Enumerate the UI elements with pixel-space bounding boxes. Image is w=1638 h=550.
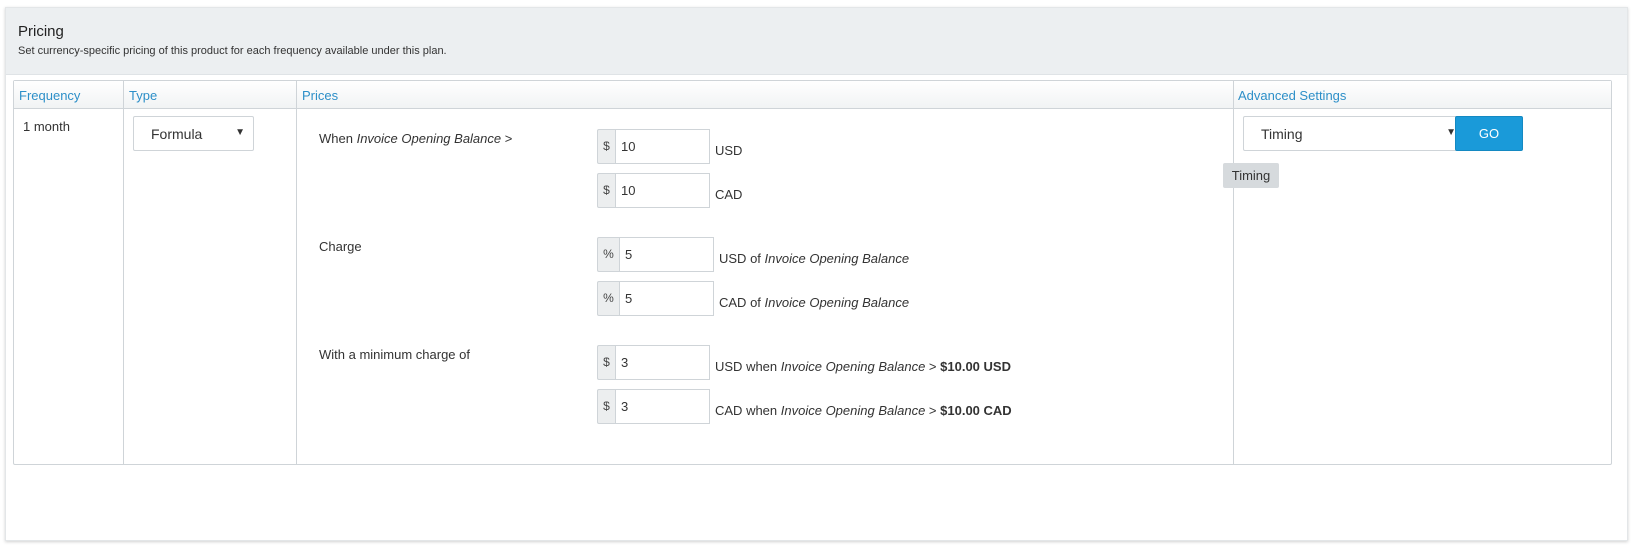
minimum-usd-when: when (742, 359, 781, 374)
minimum-usd-ref: Invoice Opening Balance (780, 359, 926, 374)
when-usd-currency: USD (715, 143, 743, 158)
header-prices[interactable]: Prices (302, 88, 338, 103)
when-cad-input[interactable]: 10 (615, 173, 710, 208)
minimum-cad-suffix: CAD when Invoice Opening Balance > $10.0… (715, 403, 1012, 418)
when-label-suffix: > (501, 131, 513, 146)
panel-header: Pricing Set currency-specific pricing of… (6, 8, 1627, 75)
when-label: When Invoice Opening Balance > (319, 131, 512, 146)
charge-cad-input[interactable]: 5 (619, 281, 714, 316)
charge-cad-currency: CAD (719, 295, 747, 310)
frequency-value: 1 month (23, 119, 70, 134)
minimum-cad-input-group: $ 3 (597, 389, 710, 424)
minimum-usd-currency: USD (715, 359, 743, 374)
when-cad-currency: CAD (715, 187, 743, 202)
column-divider (123, 81, 124, 464)
chevron-down-icon: ▼ (235, 127, 245, 138)
when-usd-input-group: $ 10 (597, 129, 710, 164)
panel-subtitle: Set currency-specific pricing of this pr… (18, 45, 447, 57)
charge-usd-of: of (746, 251, 765, 266)
percent-addon: % (597, 237, 619, 272)
charge-cad-input-group: % 5 (597, 281, 714, 316)
minimum-usd-input-group: $ 3 (597, 345, 710, 380)
charge-usd-currency: USD (719, 251, 747, 266)
column-divider (296, 81, 297, 464)
header-type[interactable]: Type (129, 88, 157, 103)
charge-usd-ref: Invoice Opening Balance (764, 251, 910, 266)
minimum-cad-gt: > (925, 403, 941, 418)
advanced-settings-select[interactable]: Timing ▼ (1243, 116, 1465, 151)
charge-usd-suffix: USD of Invoice Opening Balance (719, 251, 909, 266)
when-usd-input[interactable]: 10 (615, 129, 710, 164)
charge-cad-of: of (746, 295, 765, 310)
header-advanced-settings[interactable]: Advanced Settings (1238, 88, 1346, 103)
minimum-cad-ref: Invoice Opening Balance (780, 403, 926, 418)
charge-cad-suffix: CAD of Invoice Opening Balance (719, 295, 909, 310)
minimum-cad-input[interactable]: 3 (615, 389, 710, 424)
panel-title: Pricing (18, 23, 64, 40)
minimum-cad-when: when (742, 403, 781, 418)
minimum-charge-label: With a minimum charge of (319, 347, 470, 362)
minimum-usd-gt: > (925, 359, 941, 374)
when-label-ref: Invoice Opening Balance (356, 131, 502, 146)
minimum-cad-currency: CAD (715, 403, 743, 418)
charge-label: Charge (319, 239, 362, 254)
advanced-settings-select-value: Timing (1261, 126, 1303, 142)
dollar-addon: $ (597, 345, 615, 380)
column-divider (1233, 81, 1234, 464)
type-select[interactable]: Formula ▼ (133, 116, 254, 151)
when-cad-input-group: $ 10 (597, 173, 710, 208)
charge-cad-ref: Invoice Opening Balance (764, 295, 910, 310)
dollar-addon: $ (597, 129, 615, 164)
table-header (14, 81, 1611, 109)
minimum-cad-threshold: $10.00 CAD (940, 403, 1012, 418)
minimum-usd-input[interactable]: 3 (615, 345, 710, 380)
dollar-addon: $ (597, 173, 615, 208)
timing-tag[interactable]: Timing (1223, 163, 1279, 188)
dollar-addon: $ (597, 389, 615, 424)
minimum-usd-suffix: USD when Invoice Opening Balance > $10.0… (715, 359, 1011, 374)
go-button[interactable]: GO (1455, 116, 1523, 151)
charge-usd-input[interactable]: 5 (619, 237, 714, 272)
percent-addon: % (597, 281, 619, 316)
type-select-value: Formula (151, 126, 203, 142)
minimum-usd-threshold: $10.00 USD (940, 359, 1011, 374)
charge-usd-input-group: % 5 (597, 237, 714, 272)
when-label-prefix: When (319, 131, 357, 146)
header-frequency[interactable]: Frequency (19, 88, 80, 103)
